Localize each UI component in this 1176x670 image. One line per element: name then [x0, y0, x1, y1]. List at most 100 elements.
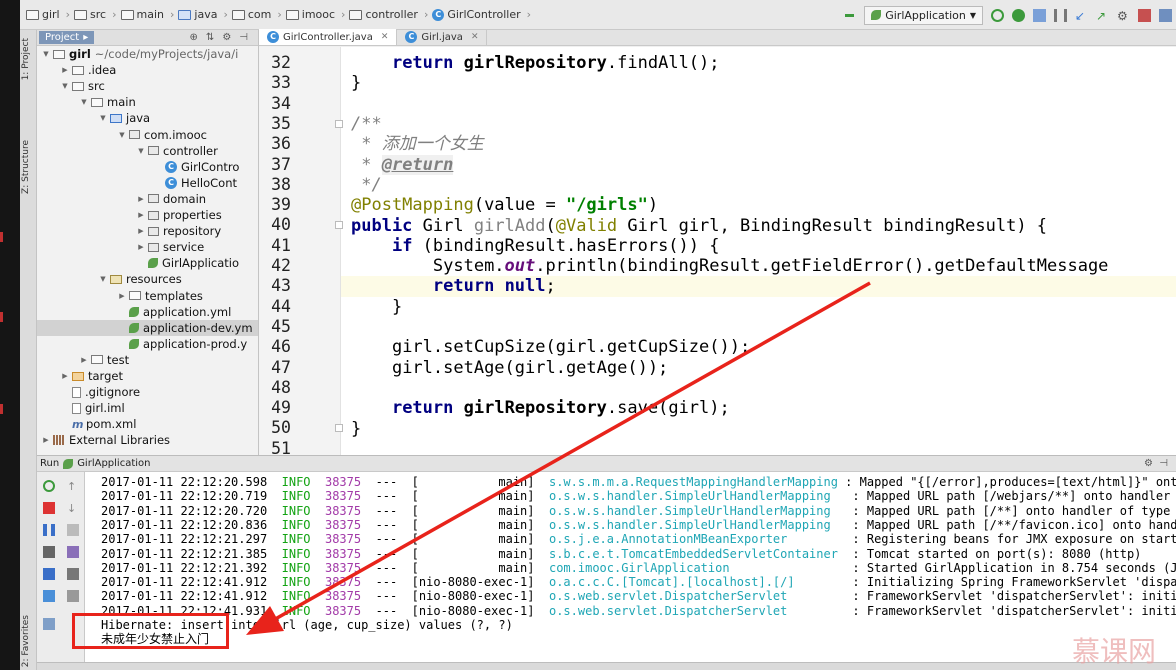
breadcrumb-item[interactable]: C GirlController › [432, 8, 531, 21]
run-config-label[interactable]: GirlApplication [77, 458, 150, 469]
console-output[interactable]: 2017-01-11 22:12:20.598 INFO 38375 --- [… [85, 472, 1176, 662]
chevron-right-icon[interactable]: ▶ [41, 436, 51, 444]
breadcrumb-item[interactable]: controller › [349, 8, 428, 21]
structure-tool-tab[interactable]: Z: Structure [21, 140, 31, 194]
debug-icon[interactable] [1012, 8, 1025, 22]
hide-icon[interactable]: ⊣ [1159, 458, 1168, 469]
collapse-icon[interactable]: ⇅ [206, 32, 214, 43]
rerun-icon[interactable] [991, 8, 1004, 22]
vcs-update-icon[interactable]: ↙ [1075, 9, 1088, 23]
fold-marker[interactable] [335, 221, 343, 229]
tree-item-idea[interactable]: ▶ .idea [37, 62, 258, 78]
fold-marker[interactable] [335, 120, 343, 128]
tree-item-hellocont[interactable]: C HelloCont [37, 175, 258, 191]
project-tree: ▼ girl ~/code/myProjects/java/i ▶ .idea ▼ src ▼… [37, 46, 258, 455]
chevron-right-icon[interactable]: ▶ [136, 227, 146, 235]
print-icon[interactable] [67, 568, 79, 580]
tree-item-girl[interactable]: ▼ girl ~/code/myProjects/java/i [37, 46, 258, 62]
folder-icon [120, 9, 134, 20]
fold-marker[interactable] [335, 424, 343, 432]
tree-item-src[interactable]: ▼ src [37, 78, 258, 94]
tree-item-girlcontro[interactable]: C GirlContro [37, 159, 258, 175]
chevron-down-icon[interactable]: ▼ [79, 98, 89, 106]
gear-icon[interactable]: ⚙ [222, 32, 231, 43]
breadcrumb-item[interactable]: src › [74, 8, 117, 21]
breadcrumb-item[interactable]: imooc › [285, 8, 345, 21]
tree-item-resources[interactable]: ▼ resources [37, 271, 258, 287]
sync-icon[interactable]: ⊕ [190, 32, 198, 43]
tab-girlcontroller[interactable]: C GirlController.java ✕ [259, 29, 398, 45]
tree-item-pom-xml[interactable]: m pom.xml [37, 416, 258, 432]
tree-item-domain[interactable]: ▶ domain [37, 191, 258, 207]
project-tool-tab[interactable]: 1: Project [21, 38, 31, 80]
favorites-tool-tab[interactable]: 2: Favorites [21, 615, 31, 667]
tree-item-java[interactable]: ▼ java [37, 110, 258, 126]
tree-item-external-libraries[interactable]: ▶ External Libraries [37, 432, 258, 448]
chevron-right-icon[interactable]: ▶ [60, 66, 70, 74]
rerun-icon[interactable] [43, 480, 55, 492]
code-editor[interactable]: 32 33 34 35 36 37 38 39 40 41 42 43 44 45 46 47 48 49 50 51… [259, 47, 1176, 455]
tree-item-main[interactable]: ▼ main [37, 94, 258, 110]
chevron-right-icon[interactable]: ▶ [136, 243, 146, 251]
chevron-right-icon[interactable]: ▶ [136, 211, 146, 219]
tab-girl[interactable]: C Girl.java ✕ [397, 29, 488, 45]
restore-layout-icon[interactable] [43, 568, 55, 580]
down-arrow-icon[interactable]: ↓ [67, 502, 79, 515]
vcs-commit-icon[interactable]: ↗ [1096, 9, 1109, 23]
up-arrow-icon[interactable]: ↑ [67, 480, 79, 493]
tree-item-com-imooc[interactable]: ▼ com.imooc [37, 127, 258, 143]
exit-icon[interactable] [43, 590, 55, 602]
tree-item-target[interactable]: ▶ target [37, 368, 258, 384]
run-configuration-select[interactable]: GirlApplication ▼ [864, 5, 983, 25]
coverage-icon[interactable] [1033, 8, 1046, 22]
chevron-right-icon[interactable]: ▶ [79, 356, 89, 364]
breadcrumb-item[interactable]: java › [178, 8, 228, 21]
hide-icon[interactable]: ⊣ [239, 32, 248, 43]
tree-item-girlapplicatio[interactable]: GirlApplicatio [37, 255, 258, 271]
close-icon[interactable]: ✕ [471, 32, 479, 42]
breadcrumb-item[interactable]: girl › [26, 8, 70, 21]
code-line-43: return null; [432, 276, 556, 297]
gear-icon[interactable]: ⚙ [1144, 458, 1153, 469]
tree-item-service[interactable]: ▶ service [37, 239, 258, 255]
tree-item-templates[interactable]: ▶ templates [37, 288, 258, 304]
breadcrumb-item[interactable]: main › [120, 8, 174, 21]
tree-item-girl-iml[interactable]: girl.iml [37, 400, 258, 416]
settings-icon[interactable]: ⚙ [1117, 9, 1130, 23]
pin-icon[interactable] [43, 618, 55, 630]
build-icon[interactable] [843, 8, 857, 22]
chevron-down-icon[interactable]: ▼ [98, 114, 108, 122]
chevron-right-icon[interactable]: ▶ [60, 372, 70, 380]
log-level: INFO [281, 560, 311, 575]
chevron-down-icon[interactable]: ▼ [60, 82, 70, 90]
pause-icon[interactable] [43, 524, 55, 536]
scroll-to-end-icon[interactable] [67, 546, 79, 558]
breadcrumb-item[interactable]: com › [231, 8, 282, 21]
chevron-right-icon[interactable]: ▶ [117, 292, 127, 300]
project-view-select[interactable]: Project ▸ [39, 31, 95, 44]
camera-icon[interactable] [43, 546, 55, 558]
chevron-down-icon[interactable]: ▼ [117, 131, 127, 139]
tree-item-repository[interactable]: ▶ repository [37, 223, 258, 239]
stop-icon[interactable] [43, 502, 55, 514]
pause-icon[interactable] [1054, 8, 1067, 22]
spring-leaf-icon [871, 10, 882, 20]
sdk-icon[interactable] [1159, 8, 1172, 22]
close-icon[interactable]: ✕ [381, 32, 389, 42]
tree-item-controller[interactable]: ▼ controller [37, 143, 258, 159]
tree-item-application-dev-ym[interactable]: application-dev.ym [37, 319, 258, 336]
tree-item-application-yml[interactable]: application.yml [37, 304, 258, 320]
tree-item-properties[interactable]: ▶ properties [37, 207, 258, 223]
chevron-down-icon[interactable]: ▼ [41, 50, 51, 58]
soft-wrap-icon[interactable] [67, 524, 79, 536]
tree-item-application-prod-y[interactable]: application-prod.y [37, 336, 258, 352]
tree-item-label: GirlContro [181, 159, 240, 174]
tree-item-test[interactable]: ▶ test [37, 352, 258, 368]
structure-icon[interactable] [1138, 8, 1151, 22]
trash-icon[interactable] [67, 590, 79, 602]
log-message: : Tomcat started on port(s): 8080 (http) [845, 546, 1142, 561]
chevron-down-icon[interactable]: ▼ [98, 275, 108, 283]
tree-item-gitignore[interactable]: .gitignore [37, 384, 258, 400]
chevron-right-icon[interactable]: ▶ [136, 195, 146, 203]
chevron-down-icon[interactable]: ▼ [136, 147, 146, 155]
